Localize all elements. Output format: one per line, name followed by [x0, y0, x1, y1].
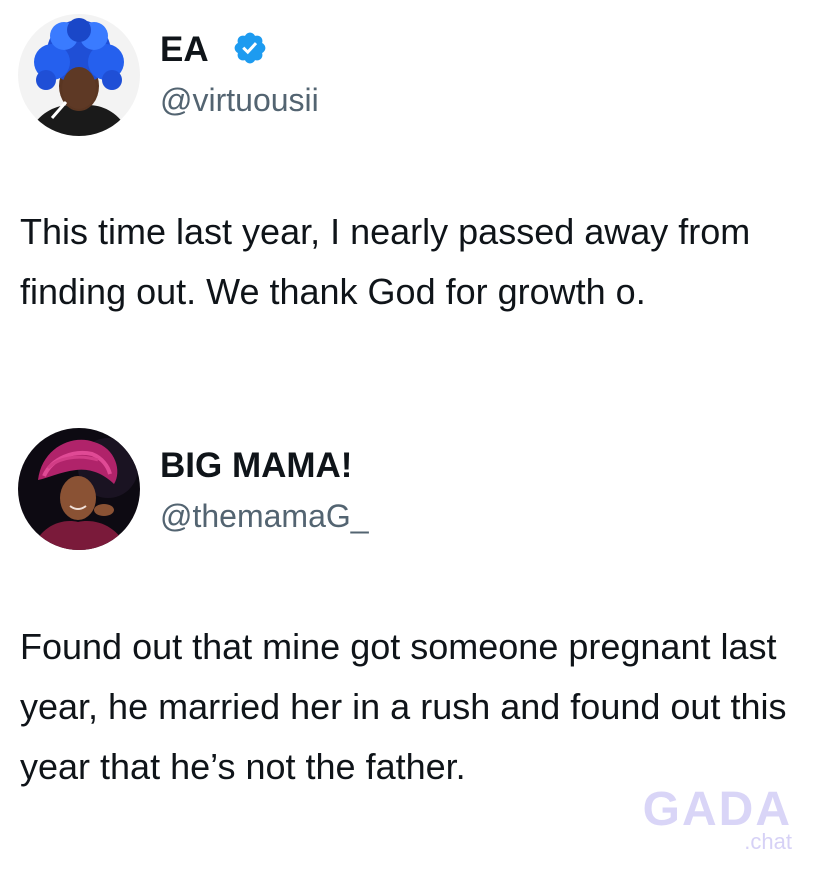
profile-photo-icon [18, 14, 140, 136]
avatar[interactable] [18, 428, 140, 550]
watermark-logo: GADA [642, 783, 792, 836]
verified-badge-icon [234, 32, 266, 64]
watermark-subtext: .chat [744, 829, 792, 854]
display-name[interactable]: EA [160, 30, 209, 70]
avatar[interactable] [18, 14, 140, 136]
watermark: GADA .chat [622, 786, 792, 856]
tweet-text: Found out that mine got someone pregnant… [20, 626, 787, 787]
profile-photo-icon [18, 428, 140, 550]
handle[interactable]: @themamaG_ [160, 496, 369, 536]
handle[interactable]: @virtuousii [160, 80, 319, 120]
tweet-text: This time last year, I nearly passed awa… [20, 211, 751, 312]
display-name[interactable]: BIG MAMA! [160, 446, 352, 486]
